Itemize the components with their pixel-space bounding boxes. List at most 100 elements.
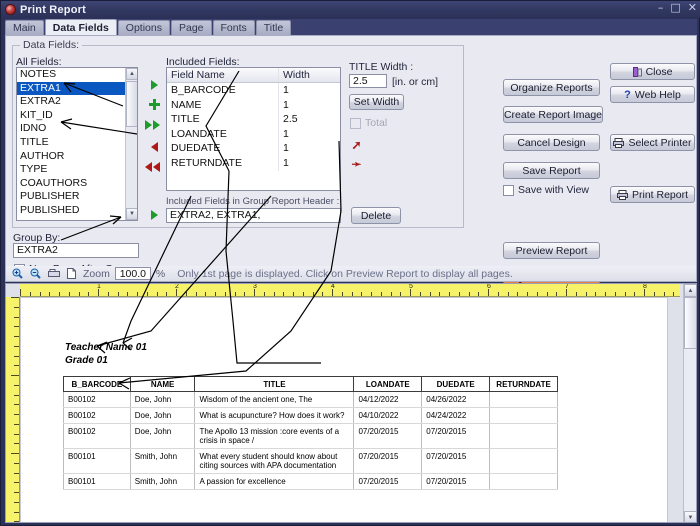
- all-field-extra2[interactable]: EXTRA2: [17, 95, 137, 109]
- door-exit-icon: [632, 66, 642, 77]
- remove-field-button[interactable]: [147, 140, 162, 153]
- tab-fonts[interactable]: Fonts: [212, 20, 255, 35]
- all-field-published[interactable]: PUBLISHED: [17, 204, 137, 218]
- add-to-group-header-button[interactable]: [147, 208, 162, 221]
- tab-page[interactable]: Page: [170, 20, 212, 35]
- all-field-publisher[interactable]: PUBLISHER: [17, 190, 137, 204]
- table-row: B00102 Doe, John What is acupuncture? Ho…: [63, 407, 558, 424]
- question-mark-icon: ?: [624, 88, 631, 101]
- tab-data-fields[interactable]: Data Fields: [44, 19, 117, 35]
- cell-barcode: B00102: [63, 423, 131, 449]
- preview-scrollbar[interactable]: ▲ ▼: [683, 284, 696, 522]
- cell-title: The Apollo 13 mission :core events of a …: [194, 423, 355, 449]
- scroll-up-icon[interactable]: ▲: [684, 284, 696, 297]
- tab-options[interactable]: Options: [117, 20, 170, 35]
- total-checkbox[interactable]: Total: [350, 117, 387, 129]
- cell-duedate: 07/20/2015: [421, 448, 491, 474]
- all-field-author[interactable]: AUTHOR: [17, 150, 137, 164]
- table-row: B00101 Smith, John What every student sh…: [63, 448, 558, 474]
- th-returndate: RETURNDATE: [489, 376, 558, 392]
- grid-header-row: Field Name Width: [167, 68, 340, 83]
- print-report-label: Print Report: [631, 188, 689, 201]
- grid-cell-name: RETURNDATE: [167, 155, 279, 171]
- close-button[interactable]: Close: [610, 63, 695, 80]
- cell-returndate: [489, 473, 558, 490]
- scroll-up-icon[interactable]: ▲: [126, 68, 137, 80]
- grid-cell-name: DUEDATE: [167, 141, 279, 156]
- all-field-type[interactable]: TYPE: [17, 163, 137, 177]
- all-field-kit-id[interactable]: KIT_ID: [17, 109, 137, 123]
- all-field-notes[interactable]: NOTES: [17, 68, 137, 82]
- preview-report-button[interactable]: Preview Report: [503, 242, 600, 259]
- all-field-extra1[interactable]: EXTRA1: [17, 81, 137, 96]
- add-plus-button[interactable]: [147, 98, 162, 111]
- grid-cell-width: 1: [283, 142, 289, 155]
- checkbox-box[interactable]: [350, 117, 361, 129]
- app-icon: [5, 4, 16, 15]
- page-icon[interactable]: [65, 267, 78, 280]
- cell-title: Wisdom of the ancient one, The: [194, 391, 355, 408]
- set-width-button[interactable]: Set Width: [349, 94, 404, 110]
- cancel-design-button[interactable]: Cancel Design: [503, 134, 600, 151]
- cell-name: Doe, John: [129, 407, 196, 424]
- th-loandate: LOANDATE: [353, 376, 423, 392]
- maximize-icon[interactable]: □: [670, 2, 680, 13]
- zoom-label: Zoom: [83, 267, 110, 280]
- group-header-input[interactable]: EXTRA2, EXTRA1,: [166, 208, 341, 223]
- all-field-idno[interactable]: IDNO: [17, 122, 137, 136]
- all-field-coauthors[interactable]: COAUTHORS: [17, 177, 137, 191]
- create-report-image-button[interactable]: Create Report Image: [503, 106, 603, 123]
- fit-width-icon[interactable]: [47, 267, 60, 280]
- scrollbar-thumb[interactable]: [684, 297, 696, 349]
- checkbox-box[interactable]: [503, 184, 514, 196]
- data-fields-legend: Data Fields:: [20, 39, 83, 51]
- table-row[interactable]: NAME 1: [167, 97, 340, 113]
- cell-name: Doe, John: [129, 391, 196, 408]
- add-all-fields-button[interactable]: [145, 118, 160, 131]
- title-width-label: TITLE Width :: [349, 61, 414, 73]
- save-with-view-checkbox[interactable]: Save with View: [503, 184, 589, 196]
- web-help-button[interactable]: ? Web Help: [610, 86, 695, 103]
- table-row[interactable]: B_BARCODE 1: [167, 83, 340, 98]
- table-row[interactable]: RETURNDATE 1: [167, 155, 340, 171]
- scrollbar-thumb[interactable]: [126, 81, 137, 127]
- total-checkbox-label: Total: [365, 117, 388, 129]
- delete-button[interactable]: Delete: [351, 207, 401, 224]
- move-down-button[interactable]: ➛: [349, 158, 364, 171]
- tab-title[interactable]: Title: [255, 20, 292, 35]
- save-report-button[interactable]: Save Report: [503, 162, 600, 179]
- window-controls: – □ ✕: [658, 2, 697, 13]
- minimize-icon[interactable]: –: [658, 2, 664, 13]
- close-icon[interactable]: ✕: [688, 2, 697, 13]
- move-up-button[interactable]: ➚: [349, 139, 364, 152]
- zoom-out-icon[interactable]: [29, 267, 42, 280]
- group-by-input[interactable]: EXTRA2: [13, 243, 139, 258]
- scroll-down-icon[interactable]: ▼: [684, 511, 696, 522]
- group-header-label: Included Fields in Group Report Header :: [166, 196, 340, 207]
- client-area: Data Fields: All Fields: NOTES EXTRA1 EX…: [5, 35, 697, 287]
- grid-header-field-name: Field Name: [167, 68, 279, 82]
- remove-all-fields-button[interactable]: [145, 160, 160, 173]
- all-field-place[interactable]: PLACE: [17, 218, 137, 220]
- scroll-down-icon[interactable]: ▼: [126, 208, 137, 220]
- organize-reports-button[interactable]: Organize Reports: [503, 79, 600, 96]
- table-row[interactable]: LOANDATE 1: [167, 126, 340, 142]
- window-title: Print Report: [20, 3, 86, 16]
- all-fields-scrollbar[interactable]: ▲ ▼: [125, 68, 137, 220]
- title-width-input[interactable]: 2.5: [349, 74, 387, 88]
- included-fields-grid[interactable]: Field Name Width B_BARCODE 1 NAME 1 TITL…: [166, 67, 341, 191]
- table-row[interactable]: TITLE 2.5: [167, 112, 340, 127]
- cell-loandate: 07/20/2015: [353, 473, 423, 490]
- table-row[interactable]: DUEDATE 1: [167, 141, 340, 156]
- select-printer-label: Select Printer: [628, 136, 692, 149]
- zoom-input[interactable]: 100.0: [114, 267, 151, 280]
- print-report-button[interactable]: Print Report: [610, 186, 695, 203]
- cell-duedate: 07/20/2015: [421, 473, 491, 490]
- zoom-in-icon[interactable]: [11, 267, 24, 280]
- select-printer-button[interactable]: Select Printer: [610, 134, 695, 151]
- print-report-window: Print Report – □ ✕ Main Data Fields Opti…: [0, 0, 700, 526]
- all-fields-listbox[interactable]: NOTES EXTRA1 EXTRA2 KIT_ID IDNO TITLE AU…: [16, 67, 138, 221]
- tab-main[interactable]: Main: [5, 20, 44, 35]
- all-field-title[interactable]: TITLE: [17, 136, 137, 150]
- add-field-button[interactable]: [147, 78, 162, 91]
